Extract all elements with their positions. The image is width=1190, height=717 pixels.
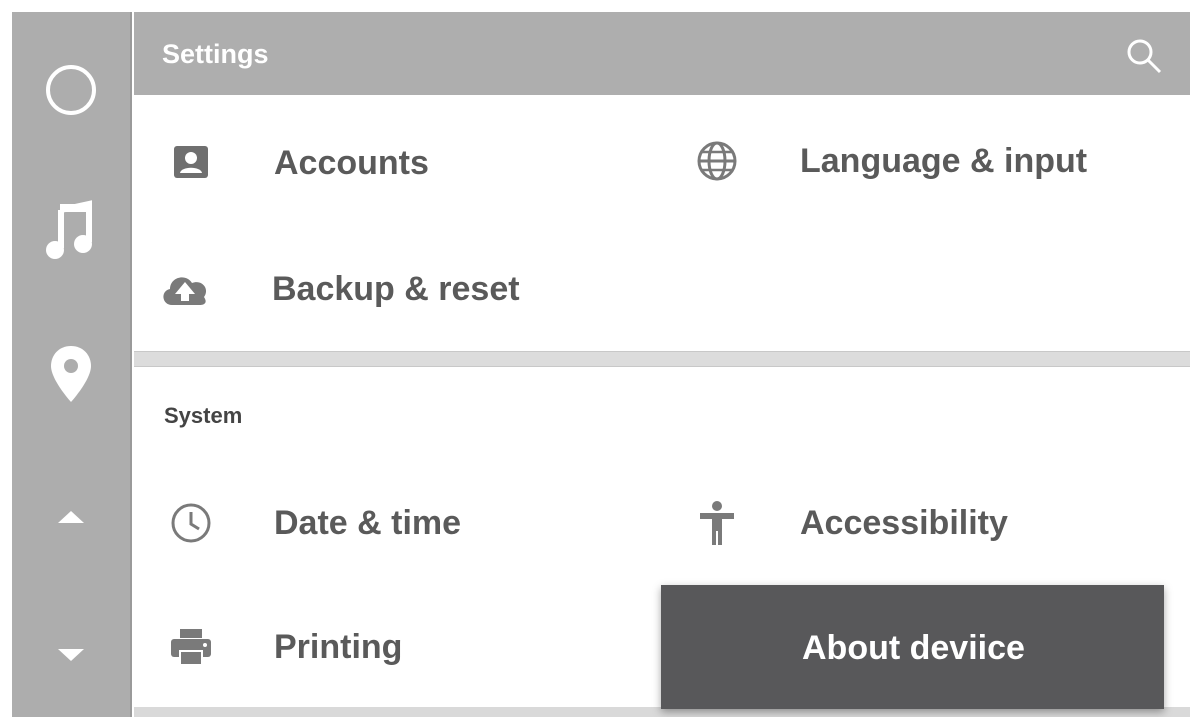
globe-icon <box>690 134 744 188</box>
rail-music-button[interactable] <box>12 200 130 264</box>
about-device-label: About deviice <box>802 629 1025 667</box>
rail-location-button[interactable] <box>12 342 130 406</box>
top-edge <box>0 0 1190 12</box>
settings-item-backup[interactable]: Backup & reset <box>158 259 628 319</box>
nav-rail <box>12 12 132 717</box>
rail-home-button[interactable] <box>12 62 130 118</box>
settings-item-label: Printing <box>274 627 403 666</box>
section-divider <box>134 351 1190 367</box>
home-circle-icon <box>46 65 96 115</box>
scroll-down-icon <box>58 649 84 661</box>
settings-item-accessibility[interactable]: Accessibility <box>690 493 1170 553</box>
app-header: Settings <box>134 12 1190 95</box>
printer-icon <box>164 620 218 674</box>
cloud-upload-icon <box>158 262 212 316</box>
scroll-up-icon <box>58 511 84 523</box>
settings-item-language[interactable]: Language & input <box>690 131 1170 191</box>
rail-scroll-up-button[interactable] <box>12 502 130 532</box>
settings-item-label: Accounts <box>274 143 429 182</box>
rail-scroll-down-button[interactable] <box>12 640 130 670</box>
left-edge <box>0 0 12 717</box>
music-note-icon <box>46 200 92 259</box>
accessibility-icon <box>690 496 744 550</box>
settings-item-label: Date & time <box>274 503 462 542</box>
personal-section: Accounts Language & input Backup & reset <box>134 95 1190 351</box>
clock-icon <box>164 496 218 550</box>
search-button[interactable] <box>1124 36 1164 76</box>
about-device-popup[interactable]: About deviice <box>661 585 1164 709</box>
section-header-system: System <box>164 403 243 428</box>
page-title: Settings <box>162 39 269 69</box>
settings-item-accounts[interactable]: Accounts <box>164 133 634 193</box>
settings-item-date-time[interactable]: Date & time <box>164 493 634 553</box>
settings-item-label: Accessibility <box>800 503 1008 542</box>
settings-item-printing[interactable]: Printing <box>164 617 634 677</box>
settings-item-label: Backup & reset <box>272 269 520 308</box>
settings-item-label: Language & input <box>800 141 1088 180</box>
location-pin-icon <box>51 346 91 402</box>
account-icon <box>164 136 218 190</box>
search-icon <box>1127 39 1162 74</box>
